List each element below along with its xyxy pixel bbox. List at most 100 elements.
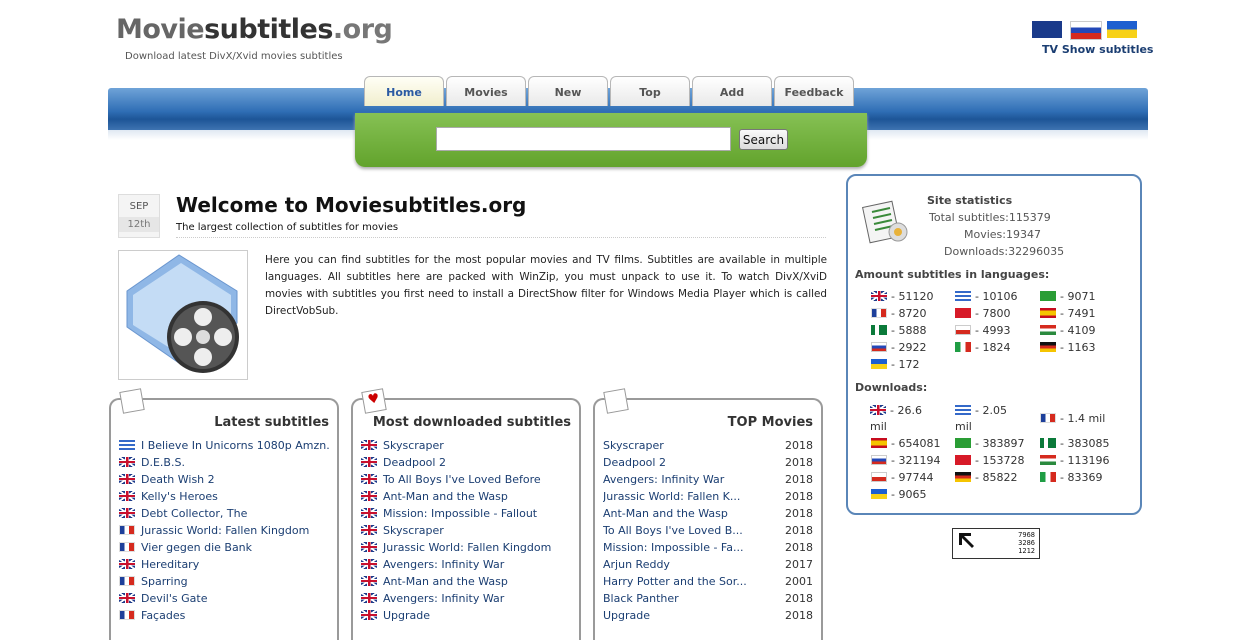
english-flag-icon[interactable] [1032,21,1062,38]
search-input[interactable] [436,127,731,151]
tv-show-subtitles-link[interactable]: TV Show subtitles [1042,43,1153,56]
tab-add[interactable]: Add [692,76,772,106]
download-count[interactable]: - 383085 [1040,437,1109,450]
list-item[interactable]: Deadpool 2 [361,454,571,471]
list-item[interactable]: Deadpool 2 2018 [603,454,813,471]
list-item-title[interactable]: Avengers: Infinity War [383,558,504,571]
search-button[interactable]: Search [739,129,788,150]
russian-flag-icon[interactable] [1070,21,1102,40]
list-item[interactable]: Jurassic World: Fallen Kingdom [361,539,571,556]
tab-movies[interactable]: Movies [446,76,526,106]
language-count[interactable]: - 4109 [1040,324,1095,337]
list-item[interactable]: Harry Potter and the Sor... 2001 [603,573,813,590]
list-item[interactable]: Kelly's Heroes [119,488,329,505]
list-item-title[interactable]: Jurassic World: Fallen Kingdom [383,541,551,554]
tab-top[interactable]: Top [610,76,690,106]
list-item[interactable]: Vier gegen die Bank [119,539,329,556]
language-count[interactable]: - 2922 [871,341,926,354]
list-item-title[interactable]: Devil's Gate [141,592,207,605]
list-item-title[interactable]: To All Boys I've Loved B... [603,524,743,537]
list-item[interactable]: Death Wish 2 [119,471,329,488]
download-count[interactable]: - 26.6 mil [870,403,922,435]
language-count[interactable]: - 51120 [871,290,933,303]
download-count[interactable]: - 1.4 mil [1040,411,1105,427]
download-count[interactable]: - 383897 [955,437,1024,450]
list-item-title[interactable]: Jurassic World: Fallen K... [603,490,740,503]
language-count[interactable]: - 4993 [955,324,1010,337]
list-item-title[interactable]: Skyscraper [383,524,444,537]
list-item[interactable]: To All Boys I've Loved Before [361,471,571,488]
list-item[interactable]: Skyscraper [361,522,571,539]
language-count[interactable]: - 7800 [955,307,1010,320]
list-item[interactable]: To All Boys I've Loved B... 2018 [603,522,813,539]
list-item[interactable]: Black Panther 2018 [603,590,813,607]
list-item-title[interactable]: I Believe In Unicorns 1080p Amzn.w [141,439,329,452]
ukrainian-flag-icon[interactable] [1107,21,1137,38]
list-item-title[interactable]: Kelly's Heroes [141,490,218,503]
list-item[interactable]: Ant-Man and the Wasp [361,488,571,505]
list-item[interactable]: Jurassic World: Fallen Kingdom [119,522,329,539]
list-item-title[interactable]: Debt Collector, The [141,507,247,520]
list-item[interactable]: Façades [119,607,329,624]
language-count[interactable]: - 9071 [1040,290,1095,303]
language-count[interactable]: - 1163 [1040,341,1095,354]
list-item[interactable]: Ant-Man and the Wasp 2018 [603,505,813,522]
list-item[interactable]: Avengers: Infinity War 2018 [603,471,813,488]
list-item[interactable]: Devil's Gate [119,590,329,607]
list-item-title[interactable]: Ant-Man and the Wasp [383,490,508,503]
language-count[interactable]: - 8720 [871,307,926,320]
list-item-title[interactable]: Avengers: Infinity War [383,592,504,605]
list-item[interactable]: Debt Collector, The [119,505,329,522]
list-item-title[interactable]: Hereditary [141,558,199,571]
list-item-title[interactable]: Mission: Impossible - Fa... [603,541,743,554]
list-item[interactable]: Jurassic World: Fallen K... 2018 [603,488,813,505]
list-item-title[interactable]: Deadpool 2 [383,456,446,469]
list-item-title[interactable]: Façades [141,609,185,622]
list-item-title[interactable]: Black Panther [603,592,679,605]
list-item-title[interactable]: Jurassic World: Fallen Kingdom [141,524,309,537]
list-item-title[interactable]: Deadpool 2 [603,456,666,469]
list-item-title[interactable]: Upgrade [603,609,650,622]
list-item[interactable]: Arjun Reddy 2017 [603,556,813,573]
list-item[interactable]: I Believe In Unicorns 1080p Amzn.w [119,437,329,454]
list-item[interactable]: Ant-Man and the Wasp [361,573,571,590]
download-count[interactable]: - 321194 [871,454,940,467]
download-count[interactable]: - 83369 [1040,471,1102,484]
list-item-title[interactable]: Ant-Man and the Wasp [383,575,508,588]
list-item[interactable]: Upgrade 2018 [603,607,813,624]
list-item-title[interactable]: Avengers: Infinity War [603,473,724,486]
list-item[interactable]: Mission: Impossible - Fallout [361,505,571,522]
language-count[interactable]: - 1824 [955,341,1010,354]
language-count[interactable]: - 10106 [955,290,1017,303]
tab-feedback[interactable]: Feedback [774,76,854,106]
download-count[interactable]: - 97744 [871,471,933,484]
list-item-title[interactable]: To All Boys I've Loved Before [383,473,541,486]
download-count[interactable]: - 153728 [955,454,1024,467]
list-item-title[interactable]: D.E.B.S. [141,456,185,469]
list-item-title[interactable]: Harry Potter and the Sor... [603,575,747,588]
language-count[interactable]: - 172 [871,358,919,371]
list-item[interactable]: Sparring [119,573,329,590]
site-logo[interactable]: Moviesubtitles.org [116,14,393,45]
list-item[interactable]: Avengers: Infinity War [361,556,571,573]
download-count[interactable]: - 654081 [871,437,940,450]
list-item[interactable]: D.E.B.S. [119,454,329,471]
download-count[interactable]: - 113196 [1040,454,1109,467]
tab-home[interactable]: Home [364,76,444,106]
list-item[interactable]: Skyscraper 2018 [603,437,813,454]
list-item-title[interactable]: Skyscraper [383,439,444,452]
list-item-title[interactable]: Mission: Impossible - Fallout [383,507,537,520]
list-item[interactable]: Mission: Impossible - Fa... 2018 [603,539,813,556]
list-item[interactable]: Hereditary [119,556,329,573]
list-item[interactable]: Skyscraper [361,437,571,454]
list-item-title[interactable]: Sparring [141,575,188,588]
list-item-title[interactable]: Upgrade [383,609,430,622]
download-count[interactable]: - 2.05 mil [955,403,1007,435]
list-item[interactable]: Upgrade [361,607,571,624]
download-count[interactable]: - 85822 [955,471,1017,484]
download-count[interactable]: - 9065 [871,488,926,501]
language-count[interactable]: - 7491 [1040,307,1095,320]
list-item-title[interactable]: Vier gegen die Bank [141,541,252,554]
tab-new[interactable]: New [528,76,608,106]
list-item-title[interactable]: Arjun Reddy [603,558,670,571]
